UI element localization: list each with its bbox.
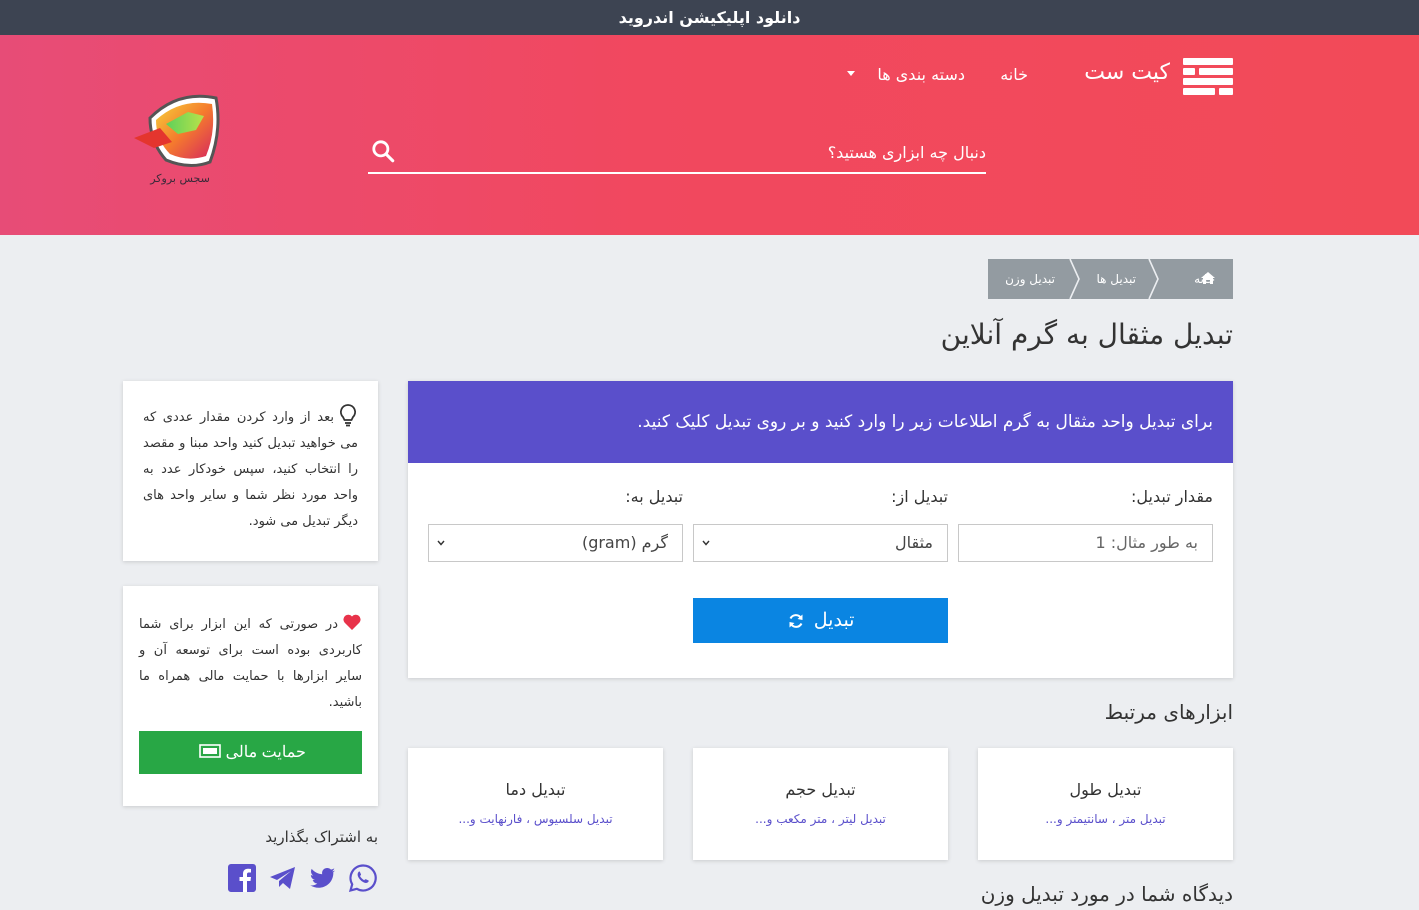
from-unit-select[interactable]: مثقال	[693, 524, 948, 562]
chevron-down-icon	[702, 540, 710, 546]
chevron-down-icon	[437, 540, 445, 546]
donate-card: در صورتی که این ابزار برای شما کاربردی ب…	[123, 586, 378, 806]
tip-card: بعد از وارد کردن مقدار عددی که می خواهید…	[123, 381, 378, 561]
convert-button-label: تبدیل	[813, 610, 855, 631]
nav-home-link[interactable]: خانه	[980, 65, 1028, 84]
side-logo: سجس بروکر	[134, 94, 220, 185]
page-title: تبدیل مثقال به گرم آنلاین	[940, 318, 1233, 351]
facebook-icon[interactable]	[227, 863, 257, 893]
tip-text: بعد از وارد کردن مقدار عددی که می خواهید…	[143, 410, 358, 529]
search-bar	[368, 132, 986, 174]
twitter-icon[interactable]	[308, 863, 338, 893]
share-label: به اشتراک بگذارید	[265, 828, 378, 846]
donate-text-container: در صورتی که این ابزار برای شما کاربردی ب…	[139, 612, 362, 716]
comments-title: دیدگاه شما در مورد تبدیل وزن	[980, 882, 1233, 906]
money-icon	[199, 744, 221, 758]
related-tool-title: تبدیل دما	[505, 780, 566, 799]
breadcrumb-current: تبدیل وزن	[1005, 272, 1055, 286]
breadcrumb-separator	[1069, 259, 1080, 299]
related-tool-subtitle: تبدیل متر ، سانتیمتر و...	[1045, 812, 1166, 826]
breadcrumb: خانه تبدیل ها تبدیل وزن	[988, 259, 1233, 299]
menu-logo-icon[interactable]	[1183, 58, 1233, 96]
android-app-banner[interactable]: دانلود اپلیکیشن اندروید	[0, 0, 1419, 35]
heart-icon	[343, 614, 361, 630]
donate-button[interactable]: حمایت مالی	[139, 731, 362, 774]
from-unit-value: مثقال	[895, 533, 933, 552]
whatsapp-icon[interactable]	[348, 863, 378, 893]
converter-instructions: برای تبدیل واحد مثقال به گرم اطلاعات زیر…	[408, 381, 1233, 463]
lightbulb-icon	[340, 404, 356, 427]
telegram-icon[interactable]	[268, 863, 298, 893]
search-input[interactable]	[408, 136, 986, 168]
related-tools-title: ابزارهای مرتبط	[1104, 700, 1233, 724]
search-icon[interactable]	[370, 138, 396, 164]
amount-label: مقدار تبدیل:	[1131, 487, 1213, 506]
nav-categories-dropdown[interactable]: دسته بندی ها	[845, 65, 965, 84]
related-tool-subtitle: تبدیل لیتر ، متر مکعب و...	[755, 812, 886, 826]
breadcrumb-separator	[1148, 259, 1159, 299]
to-unit-label: تبدیل به:	[625, 487, 683, 506]
breadcrumb-conversions[interactable]: تبدیل ها	[1097, 259, 1137, 299]
tip-text-container: بعد از وارد کردن مقدار عددی که می خواهید…	[143, 403, 358, 535]
related-tool-card[interactable]: تبدیل حجم تبدیل لیتر ، متر مکعب و...	[693, 748, 948, 860]
side-logo-text: سجس بروکر	[149, 172, 210, 185]
amount-input[interactable]	[959, 525, 1198, 560]
to-unit-select[interactable]: گرم (gram)	[428, 524, 683, 562]
related-tool-card[interactable]: تبدیل دما تبدیل سلسیوس ، فارنهایت و...	[408, 748, 663, 860]
related-tool-card[interactable]: تبدیل طول تبدیل متر ، سانتیمتر و...	[978, 748, 1233, 860]
related-tool-title: تبدیل طول	[1069, 780, 1142, 799]
amount-field-wrapper	[958, 524, 1213, 562]
related-tool-subtitle: تبدیل سلسیوس ، فارنهایت و...	[458, 812, 613, 826]
from-unit-label: تبدیل از:	[891, 487, 948, 506]
chevron-down-icon	[847, 71, 855, 76]
donate-text: در صورتی که این ابزار برای شما کاربردی ب…	[139, 617, 362, 710]
refresh-icon	[789, 614, 803, 628]
converter-card: برای تبدیل واحد مثقال به گرم اطلاعات زیر…	[408, 381, 1233, 678]
brand-name[interactable]: کیت ست	[1050, 60, 1170, 85]
convert-button[interactable]: تبدیل	[693, 598, 948, 643]
donate-button-label: حمایت مالی	[225, 744, 306, 761]
related-tool-title: تبدیل حجم	[785, 780, 856, 799]
to-unit-value: گرم (gram)	[581, 533, 668, 552]
breadcrumb-home[interactable]: خانه	[1194, 259, 1215, 299]
